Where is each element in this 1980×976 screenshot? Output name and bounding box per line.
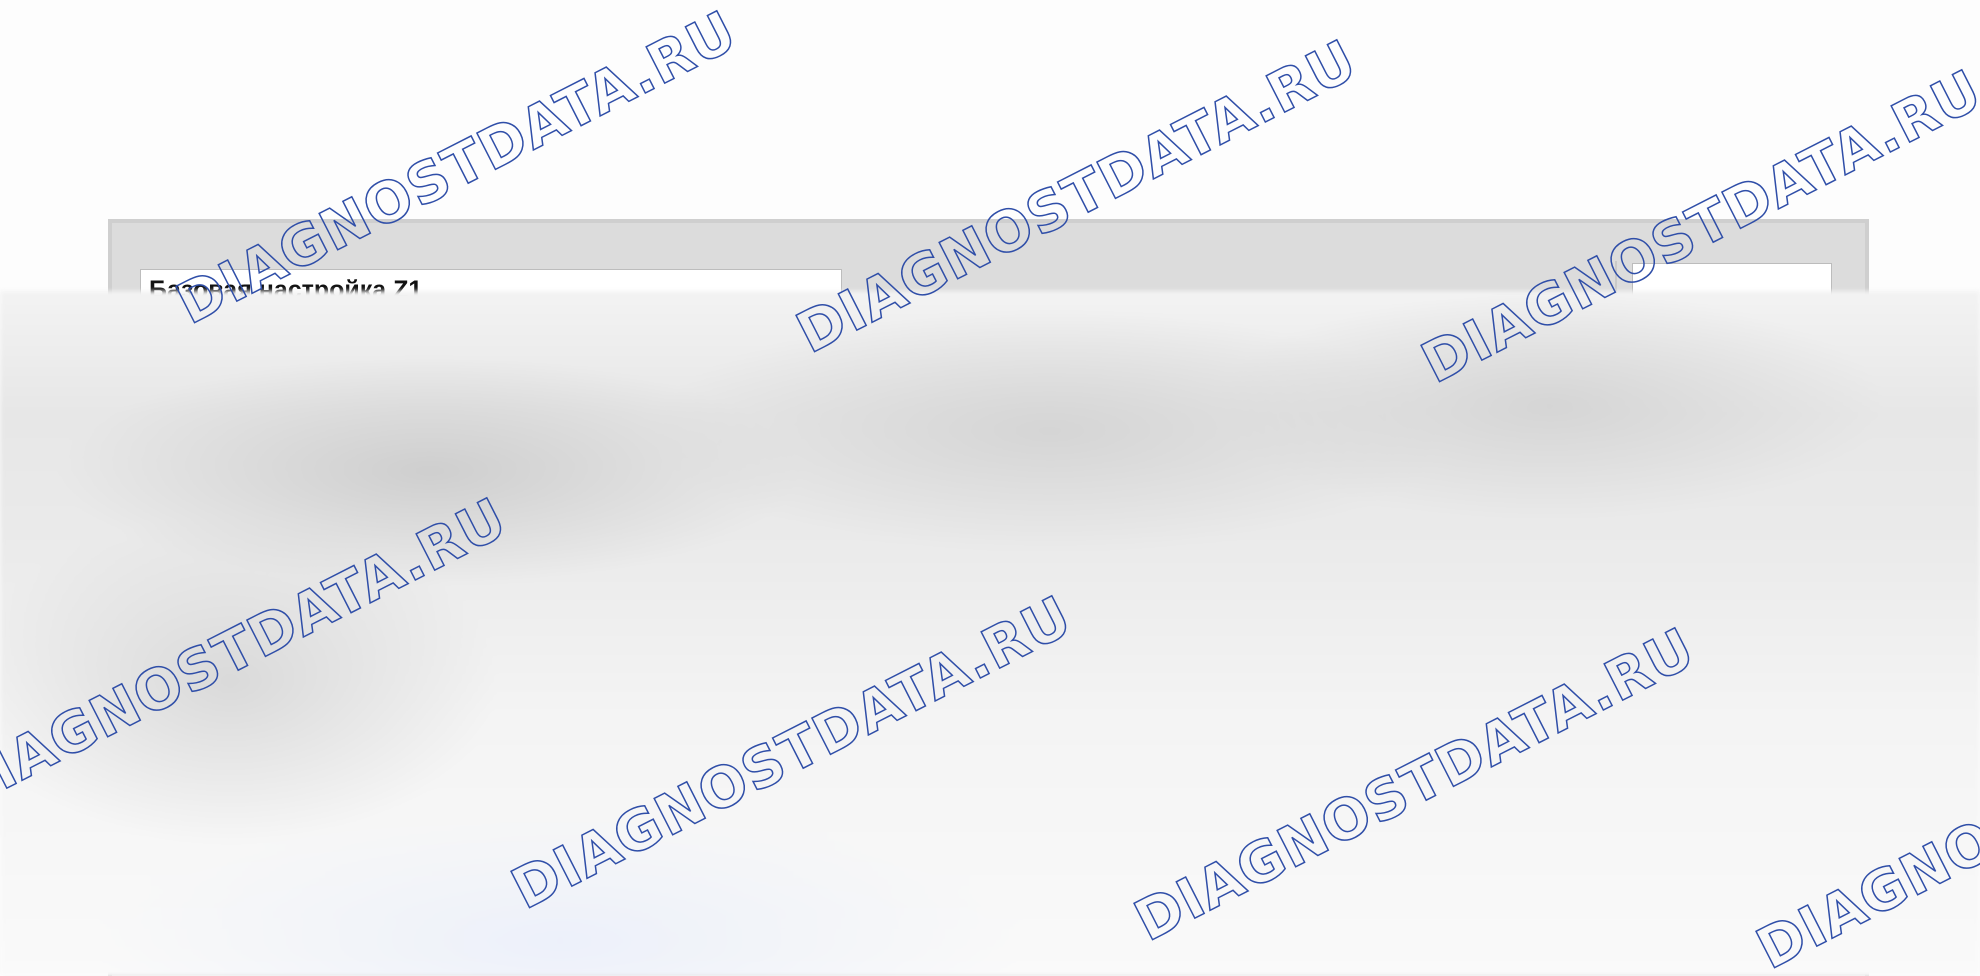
screenshot-page: Базовая настройка Z1 DIAGNOSTDATA.RU DIA… bbox=[0, 0, 1980, 976]
blur-overlay bbox=[0, 291, 1980, 976]
